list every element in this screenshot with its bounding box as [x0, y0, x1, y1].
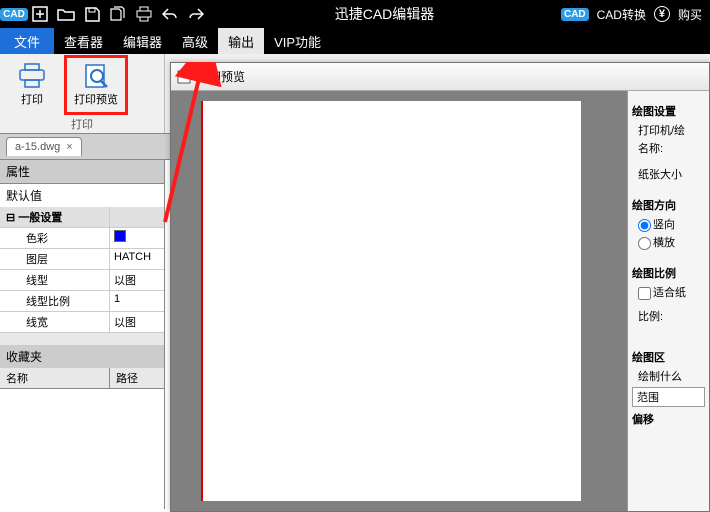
redo-icon[interactable] [184, 3, 208, 25]
range-select[interactable]: 范围 [632, 387, 705, 407]
cad-convert-link[interactable]: CAD转换 [597, 6, 646, 23]
prop-linetype[interactable]: 线型 [0, 270, 110, 290]
fit-checkbox[interactable] [638, 287, 651, 300]
favorites-title: 收藏夹 [0, 345, 164, 368]
default-row[interactable]: 默认值 [0, 183, 164, 207]
menu-viewer[interactable]: 查看器 [54, 28, 113, 54]
what-to-plot-label: 绘制什么 [632, 367, 705, 385]
prop-linescale-value[interactable]: 1 [110, 291, 164, 311]
prop-group-general[interactable]: ⊟ 一般设置 [0, 207, 110, 227]
portrait-radio[interactable] [638, 219, 651, 232]
buy-link[interactable]: 购买 [678, 6, 702, 23]
cad-badge-icon: CAD [561, 8, 589, 21]
close-tab-icon[interactable]: × [66, 141, 72, 153]
doc-name: a-15.dwg [15, 141, 60, 153]
properties-title: 属性 [0, 160, 164, 183]
prop-linetype-value[interactable]: 以图 [110, 270, 164, 290]
print-preview-icon [82, 63, 110, 89]
print-button[interactable]: 打印 [0, 55, 64, 115]
saveall-icon[interactable] [106, 3, 130, 25]
prop-color[interactable]: 色彩 [0, 228, 110, 248]
prop-layer-value[interactable]: HATCH [110, 249, 164, 269]
new-icon[interactable] [28, 3, 52, 25]
preview-titlebar: 打印预览 [171, 63, 709, 91]
save-icon[interactable] [80, 3, 104, 25]
print-preview-button[interactable]: 打印预览 [64, 55, 128, 115]
print-icon[interactable] [132, 3, 156, 25]
ribbon-group-label: 打印 [0, 115, 164, 133]
title-bar: CAD 迅捷CAD编辑器 CAD CAD转换 ¥ 购买 [0, 0, 710, 28]
menu-advanced[interactable]: 高级 [172, 28, 218, 54]
fit-option[interactable]: 适合纸 [632, 283, 705, 301]
print-preview-window: 打印预览 绘图设置 打印机/绘 名称: 纸张大小 绘图方向 竖向 横放 绘图比例… [170, 62, 710, 512]
plot-scale-title: 绘图比例 [632, 265, 705, 281]
menu-vip[interactable]: VIP功能 [264, 28, 331, 54]
preview-window-icon [177, 70, 191, 84]
prop-linescale[interactable]: 线型比例 [0, 291, 110, 311]
properties-panel: 属性 默认值 ⊟ 一般设置 色彩 图层HATCH 线型以图 线型比例1 线宽以图… [0, 160, 165, 509]
printer-name-label: 名称: [632, 139, 705, 157]
prop-lineweight-value[interactable]: 以图 [110, 312, 164, 332]
plot-area-title: 绘图区 [632, 349, 705, 365]
paper-size-label: 纸张大小 [632, 165, 705, 183]
offset-title: 偏移 [632, 411, 705, 427]
open-icon[interactable] [54, 3, 78, 25]
menu-output[interactable]: 输出 [218, 28, 264, 54]
prop-color-value[interactable] [110, 228, 164, 248]
document-tab[interactable]: a-15.dwg × [6, 137, 82, 156]
favorites-header: 名称 路径 [0, 368, 164, 389]
printer-icon [18, 63, 46, 89]
plot-settings-panel: 绘图设置 打印机/绘 名称: 纸张大小 绘图方向 竖向 横放 绘图比例 适合纸 … [627, 91, 709, 511]
menu-bar: 文件 查看器 编辑器 高级 输出 VIP功能 [0, 28, 710, 54]
preview-title-text: 打印预览 [197, 68, 245, 85]
print-preview-label: 打印预览 [74, 91, 118, 107]
undo-icon[interactable] [158, 3, 182, 25]
buy-icon: ¥ [654, 6, 670, 22]
scale-label: 比例: [632, 307, 705, 325]
prop-lineweight[interactable]: 线宽 [0, 312, 110, 332]
menu-file[interactable]: 文件 [0, 28, 54, 54]
landscape-option[interactable]: 横放 [632, 233, 705, 251]
preview-canvas-area[interactable] [171, 91, 627, 511]
orientation-title: 绘图方向 [632, 197, 705, 213]
col-path[interactable]: 路径 [110, 368, 164, 388]
print-label: 打印 [21, 91, 43, 107]
landscape-radio[interactable] [638, 237, 651, 250]
properties-grid: ⊟ 一般设置 色彩 图层HATCH 线型以图 线型比例1 线宽以图 [0, 207, 164, 333]
app-title: 迅捷CAD编辑器 [208, 4, 561, 24]
plot-settings-title: 绘图设置 [632, 103, 705, 119]
portrait-option[interactable]: 竖向 [632, 215, 705, 233]
col-name[interactable]: 名称 [0, 368, 110, 388]
prop-layer[interactable]: 图层 [0, 249, 110, 269]
preview-page [201, 101, 581, 501]
app-logo-icon: CAD [2, 3, 26, 25]
menu-editor[interactable]: 编辑器 [113, 28, 172, 54]
favorites-list [0, 389, 164, 509]
printer-label: 打印机/绘 [632, 121, 705, 139]
